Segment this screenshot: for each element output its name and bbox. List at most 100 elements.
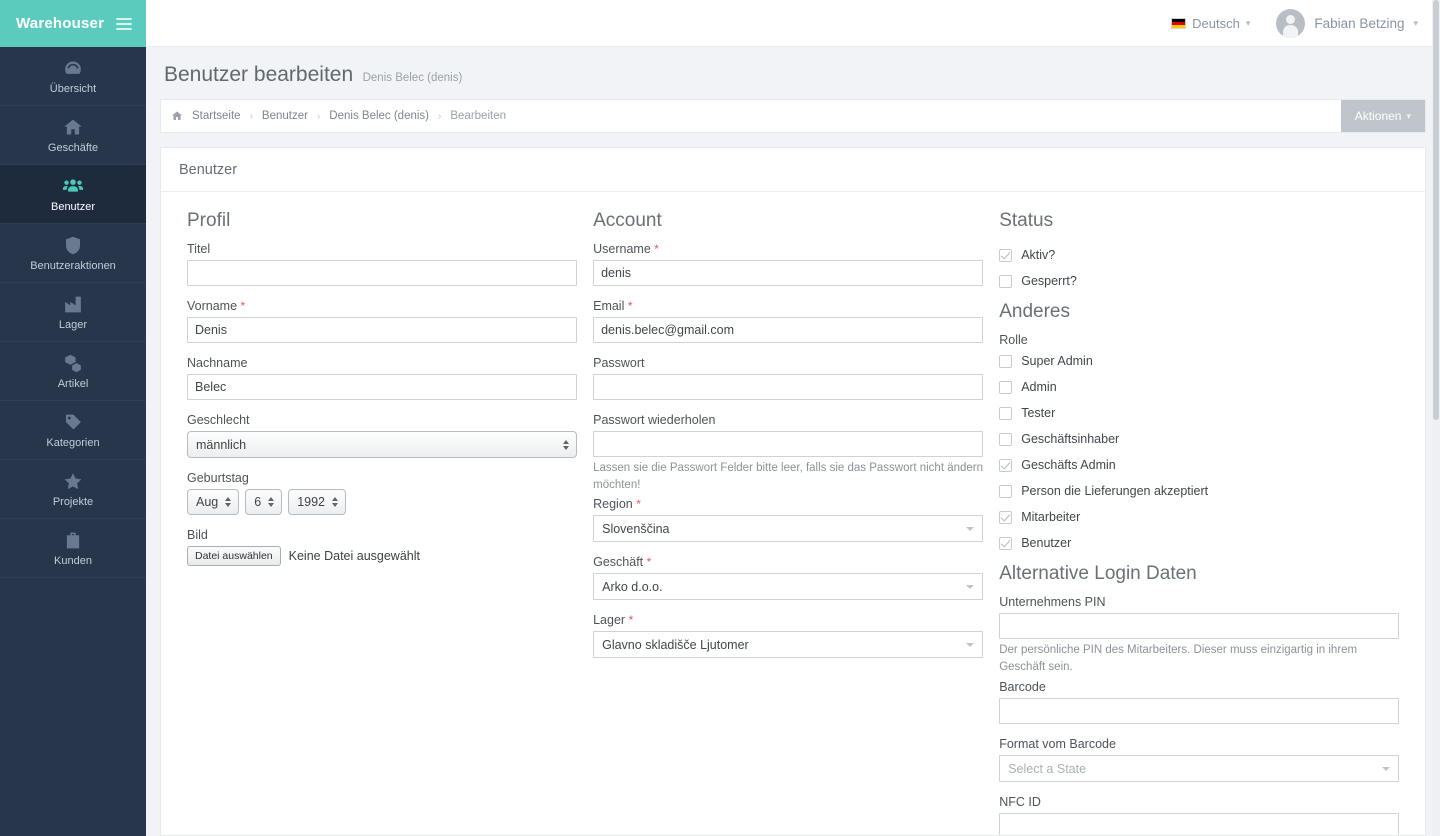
sidebar-item-label: Kategorien (46, 438, 99, 449)
sidebar-item-uebersicht[interactable]: Übersicht (0, 47, 146, 106)
sidebar-nav: Übersicht Geschäfte Benutzer Benutzerakt… (0, 47, 146, 836)
checkbox-box[interactable] (999, 511, 1012, 524)
sidebar-item-label: Kunden (54, 556, 92, 567)
geburtstag-year-value: 1992 (297, 495, 325, 509)
language-selector[interactable]: Deutsch ▾ (1171, 16, 1250, 31)
updown-arrows-icon (225, 497, 231, 507)
checkbox-gesperrt[interactable]: Gesperrt? (999, 268, 1399, 294)
checkbox-admin[interactable]: Admin (999, 374, 1399, 400)
checkbox-lieferungen-akzeptiert[interactable]: Person die Lieferungen akzeptiert (999, 478, 1399, 504)
checkbox-box[interactable] (999, 407, 1012, 420)
lager-select[interactable]: Glavno skladišče Ljutomer (593, 631, 983, 658)
user-menu[interactable]: Fabian Betzing ▾ (1276, 9, 1418, 38)
geschaeft-label: Geschäft * (593, 555, 983, 569)
checkbox-super-admin[interactable]: Super Admin (999, 348, 1399, 374)
brand-name: Warehouser (16, 15, 104, 32)
star-icon (62, 471, 84, 492)
geburtstag-day-select[interactable]: 6 (245, 489, 282, 515)
scrollbar-thumb[interactable] (1433, 0, 1439, 420)
barcode-format-select[interactable]: Select a State (999, 755, 1399, 782)
geburtstag-year-select[interactable]: 1992 (288, 489, 346, 515)
breadcrumb-item-user[interactable]: Denis Belec (denis) (329, 110, 429, 122)
passwort-wiederholen-input[interactable] (593, 431, 983, 457)
sidebar-item-kategorien[interactable]: Kategorien (0, 401, 146, 460)
breadcrumb-item-startseite[interactable]: Startseite (192, 110, 241, 122)
bild-label: Bild (187, 528, 577, 542)
region-select[interactable]: Slovenščina (593, 515, 983, 542)
geburtstag-label: Geburtstag (187, 471, 577, 485)
page-subtitle: Denis Belec (denis) (363, 72, 463, 84)
geschlecht-select[interactable]: männlich (187, 431, 577, 458)
pin-input[interactable] (999, 613, 1399, 639)
sidebar-item-label: Lager (59, 320, 87, 331)
checkbox-mitarbeiter[interactable]: Mitarbeiter (999, 504, 1399, 530)
language-label: Deutsch (1192, 16, 1240, 31)
required-marker: * (629, 613, 634, 627)
checkbox-box[interactable] (999, 485, 1012, 498)
home-icon (62, 117, 84, 138)
required-marker: * (636, 497, 641, 511)
checkbox-geschaeftsinhaber[interactable]: Geschäftsinhaber (999, 426, 1399, 452)
pin-help-text: Der persönliche PIN des Mitarbeiters. Di… (999, 642, 1399, 675)
checkbox-label: Geschäftsinhaber (1021, 432, 1119, 446)
checkbox-tester[interactable]: Tester (999, 400, 1399, 426)
vorname-input[interactable] (187, 317, 577, 343)
checkbox-label: Benutzer (1021, 536, 1071, 550)
nfc-input[interactable] (999, 813, 1399, 836)
sidebar-item-benutzer[interactable]: Benutzer (0, 165, 146, 224)
hamburger-icon[interactable] (116, 18, 132, 30)
sidebar-item-artikel[interactable]: Artikel (0, 342, 146, 401)
sidebar-item-lager[interactable]: Lager (0, 283, 146, 342)
required-marker: * (654, 242, 659, 256)
checkbox-box[interactable] (999, 433, 1012, 446)
checkbox-box[interactable] (999, 537, 1012, 550)
geburtstag-month-value: Aug (196, 495, 218, 509)
sidebar-item-projekte[interactable]: Projekte (0, 460, 146, 519)
barcode-label: Barcode (999, 680, 1399, 694)
email-input[interactable] (593, 317, 983, 343)
field-passwort-wiederholen: Passwort wiederholen Lassen sie die Pass… (593, 413, 983, 493)
checkbox-box[interactable] (999, 249, 1012, 262)
page-title: Benutzer bearbeiten (164, 63, 353, 86)
checkbox-label: Geschäfts Admin (1021, 458, 1116, 472)
status-column: Status Aktiv? Gesperrt? Anderes Rolle Su… (991, 210, 1407, 836)
checkbox-box[interactable] (999, 275, 1012, 288)
actions-button[interactable]: Aktionen ▾ (1341, 100, 1425, 132)
titel-label: Titel (187, 242, 577, 256)
user-form-card: Benutzer Profil Titel Vorname * Nach (160, 147, 1426, 836)
checkbox-benutzer[interactable]: Benutzer (999, 530, 1399, 556)
checkbox-box[interactable] (999, 355, 1012, 368)
field-region: Region * Slovenščina (593, 497, 983, 542)
titel-input[interactable] (187, 260, 577, 286)
sidebar-item-label: Benutzer (51, 202, 95, 213)
nfc-label: NFC ID (999, 795, 1399, 809)
sidebar-item-kunden[interactable]: Kunden (0, 519, 146, 578)
chevron-down-icon (966, 527, 974, 531)
barcode-input[interactable] (999, 698, 1399, 724)
card-title: Benutzer (161, 148, 1425, 192)
checkbox-box[interactable] (999, 381, 1012, 394)
page-header: Benutzer bearbeiten Denis Belec (denis) (146, 47, 1440, 99)
username-label: Username * (593, 242, 983, 256)
username-input[interactable] (593, 260, 983, 286)
chevron-down-icon: ▾ (1413, 18, 1418, 29)
checkbox-geschaefts-admin[interactable]: Geschäfts Admin (999, 452, 1399, 478)
profil-column: Profil Titel Vorname * Nachname (179, 210, 585, 836)
sidebar-item-label: Projekte (53, 497, 93, 508)
field-geschaeft: Geschäft * Arko d.o.o. (593, 555, 983, 600)
page-scrollbar[interactable] (1432, 0, 1440, 836)
passwort-wiederholen-label: Passwort wiederholen (593, 413, 983, 427)
checkbox-box[interactable] (999, 459, 1012, 472)
geschaeft-select[interactable]: Arko d.o.o. (593, 573, 983, 600)
sidebar-item-geschaefte[interactable]: Geschäfte (0, 106, 146, 165)
checkbox-aktiv[interactable]: Aktiv? (999, 242, 1399, 268)
field-barcode: Barcode (999, 680, 1399, 724)
passwort-input[interactable] (593, 374, 983, 400)
choose-file-button[interactable]: Datei auswählen (187, 546, 281, 566)
breadcrumb-item-benutzer[interactable]: Benutzer (262, 110, 308, 122)
geburtstag-month-select[interactable]: Aug (187, 489, 239, 515)
profil-section-title: Profil (187, 210, 577, 232)
geschlecht-value: männlich (196, 438, 246, 452)
nachname-input[interactable] (187, 374, 577, 400)
sidebar-item-benutzeraktionen[interactable]: Benutzeraktionen (0, 224, 146, 283)
